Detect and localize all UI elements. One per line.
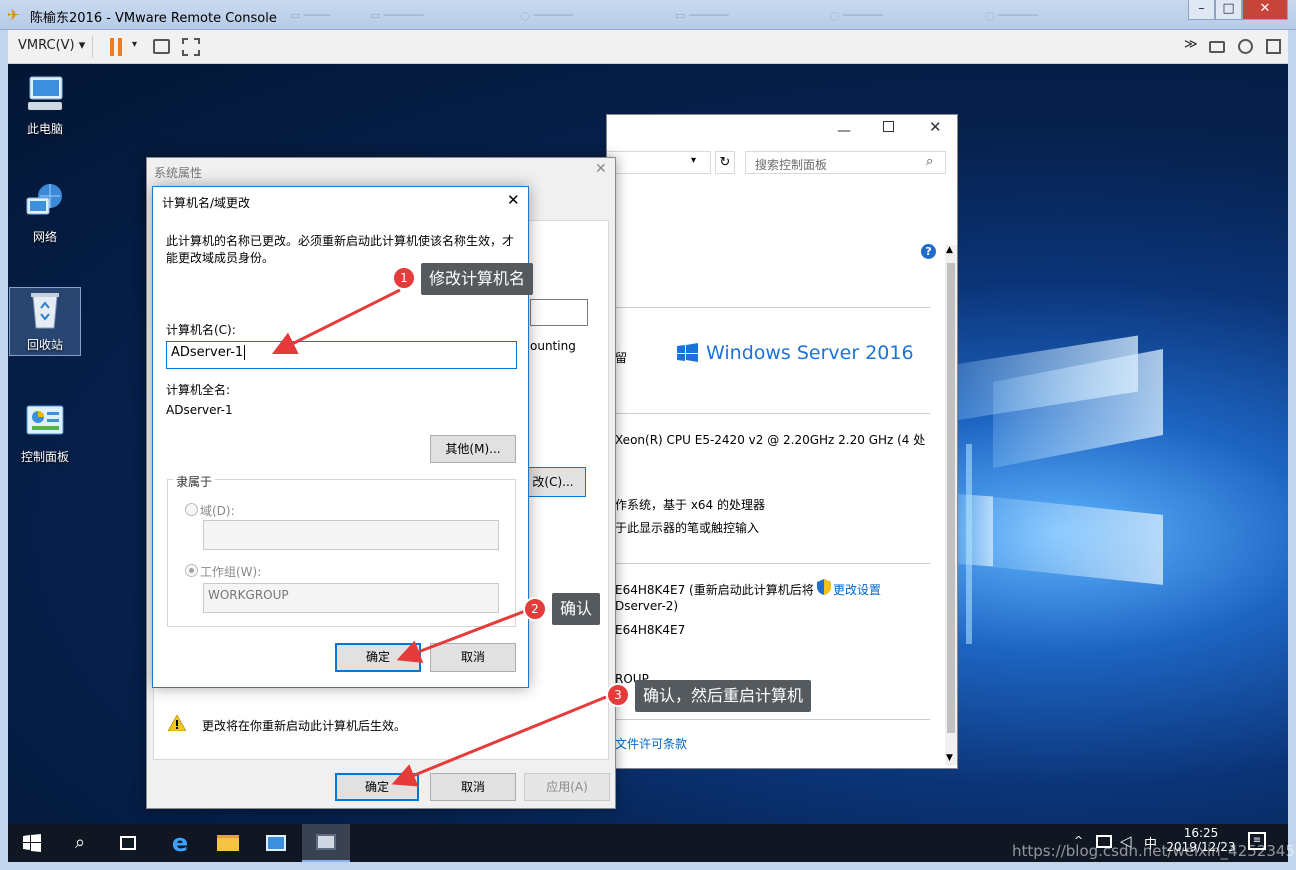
annotation-arrows [271,288,607,787]
server-manager-icon[interactable] [252,824,300,862]
server-manager-shape [266,835,286,851]
taskbar: ⌕ e ^ ◁ 中 16:25 2019/12/23 ≡ https://blo… [8,824,1296,862]
step-badge: 1 [392,266,416,290]
task-view-icon[interactable] [104,824,152,862]
start-button[interactable] [8,824,56,862]
arrow-to-sysprops-ok [391,695,607,787]
step-badge: 3 [606,683,630,707]
system-icon [316,834,336,850]
internet-explorer-icon[interactable]: e [156,824,204,862]
step-callout: 确认 [552,593,601,625]
folder-shape [217,835,239,851]
system-properties-taskbar-button[interactable] [302,824,350,862]
window-frame-bottom [0,862,1296,870]
step-badge: 2 [523,597,547,621]
arrow-to-name-field [271,288,401,355]
clock-time: 16:25 [1183,826,1219,840]
watermark-text: https://blog.csdn.net/weixin_42523454 [1012,842,1296,860]
step-callout: 修改计算机名 [421,263,534,295]
arrow-to-ok-button [396,608,529,663]
step-callout: 确认，然后重启计算机 [635,680,812,712]
file-explorer-icon[interactable] [204,824,252,862]
task-view-shape [120,836,136,850]
search-icon[interactable]: ⌕ [56,824,104,862]
